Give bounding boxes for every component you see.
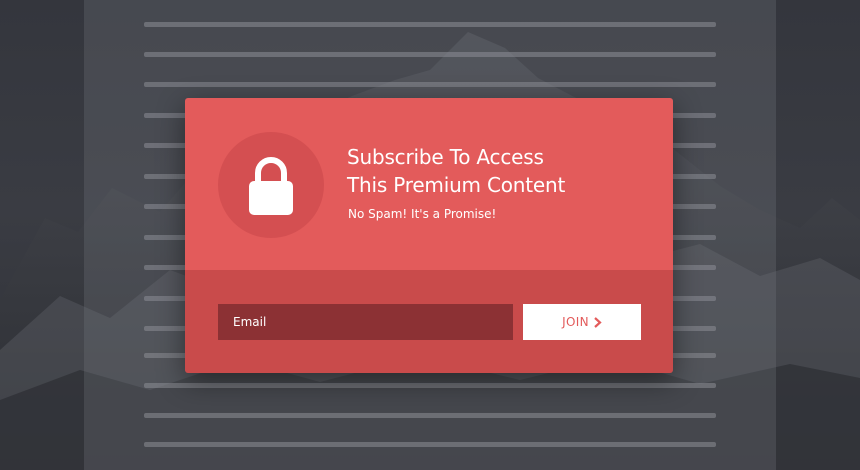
modal-title: Subscribe To Access This Premium Content	[347, 143, 647, 199]
subscribe-modal: Subscribe To Access This Premium Content…	[185, 98, 673, 373]
modal-header: Subscribe To Access This Premium Content…	[185, 98, 673, 270]
placeholder-line	[144, 52, 716, 57]
email-field[interactable]	[218, 304, 513, 340]
join-button[interactable]: JOIN	[523, 304, 641, 340]
modal-subtitle: No Spam! It's a Promise!	[348, 207, 497, 221]
chevron-right-icon	[594, 316, 602, 328]
placeholder-line	[144, 82, 716, 87]
lock-badge	[218, 132, 324, 238]
modal-title-line2: This Premium Content	[347, 173, 566, 197]
placeholder-line	[144, 413, 716, 418]
join-button-label: JOIN	[562, 315, 589, 329]
placeholder-line	[144, 442, 716, 447]
placeholder-line	[144, 383, 716, 388]
lock-icon	[249, 157, 293, 215]
modal-title-line1: Subscribe To Access	[347, 145, 544, 169]
placeholder-line	[144, 22, 716, 27]
